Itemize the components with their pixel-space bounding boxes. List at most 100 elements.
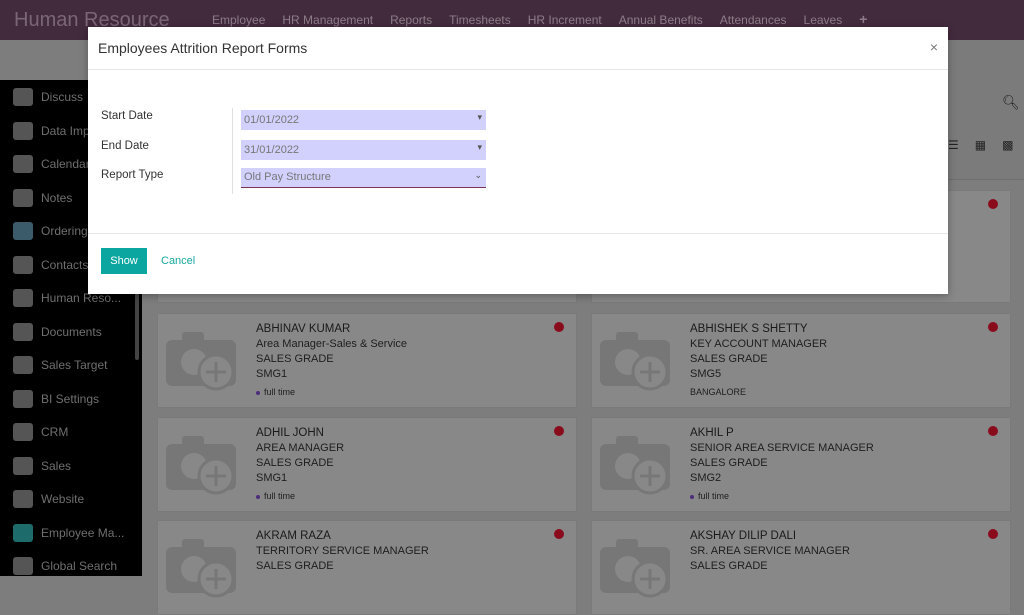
kanban-view-icon[interactable]: ▩ (1002, 138, 1013, 152)
cancel-button[interactable]: Cancel (161, 255, 195, 267)
sidebar-item[interactable]: Notes (13, 188, 72, 208)
employee-grade: SALES GRADE (256, 560, 334, 572)
close-icon[interactable]: × (930, 39, 938, 55)
search-icon[interactable]: 🔍︎ (1002, 94, 1020, 111)
tag-dot-icon (256, 390, 260, 395)
tag-label: full time (698, 491, 730, 501)
employee-name: AKSHAY DILIP DALI (690, 530, 797, 542)
start-date-input[interactable]: 01/01/2022 ▾ (241, 110, 486, 130)
report-type-value: Old Pay Structure (244, 171, 331, 183)
menu-leaves[interactable]: Leaves (804, 13, 843, 27)
employee-job: Area Manager-Sales & Service (256, 338, 408, 350)
sidebar-item-label: Calendar (41, 157, 90, 171)
menu-timesheets[interactable]: Timesheets (449, 13, 511, 27)
menu-hr-management[interactable]: HR Management (282, 13, 373, 27)
status-dot (988, 322, 998, 332)
sidebar-item-label: CRM (41, 425, 69, 439)
show-button[interactable]: Show (101, 248, 147, 274)
sidebar-scrollbar[interactable] (135, 290, 139, 360)
employee-grade: SALES GRADE (256, 457, 334, 469)
tag-dot-icon (690, 494, 694, 499)
view-switcher: ☰ ▦ ▩ (948, 138, 1013, 152)
sidebar-item-label: BI Settings (41, 391, 100, 406)
camera-icon (13, 289, 33, 307)
sidebar-item-label: Ordering (41, 224, 88, 238)
employee-tag: full time (690, 489, 874, 504)
plus-icon[interactable]: + (859, 11, 867, 27)
sidebar-item[interactable]: CRM (13, 422, 68, 442)
camera-plus-icon (166, 332, 236, 391)
menu-attendances[interactable]: Attendances (720, 13, 787, 27)
employee-job: SENIOR AREA SERVICE MANAGER (690, 442, 874, 454)
camera-icon (13, 389, 33, 408)
caret-down-icon: ▾ (477, 112, 482, 122)
employee-grade: SALES GRADE (256, 353, 334, 365)
employee-info: ABHISHEK S SHETTY KEY ACCOUNT MANAGER SALE… (690, 322, 827, 400)
camera-icon (13, 423, 33, 441)
tag-dot-icon (256, 494, 260, 499)
sidebar-item[interactable]: Website (13, 489, 84, 509)
sidebar-item[interactable]: Global Search (13, 556, 117, 576)
employee-code: SMG1 (256, 472, 288, 484)
sidebar-item-label: Website (41, 492, 85, 506)
sidebar-item[interactable]: Documents (13, 322, 102, 342)
camera-plus-icon (166, 436, 236, 495)
menu-hr-increment[interactable]: HR Increment (528, 13, 602, 27)
end-date-value: 31/01/2022 (244, 144, 300, 156)
employee-tag: full time (256, 385, 407, 400)
sidebar-item-label: Employee Ma... (41, 525, 125, 540)
start-date-label: Start Date (101, 110, 153, 122)
employee-card[interactable]: AKHIL P SENIOR AREA SERVICE MANAGER SALES … (591, 417, 1011, 512)
employee-name: ADHIL JOHN (256, 427, 324, 439)
employee-tag: BANGALORE (690, 385, 827, 400)
menu-reports[interactable]: Reports (390, 13, 432, 27)
employee-code: SMG5 (690, 368, 722, 380)
employee-card[interactable]: AKSHAY DILIP DALI SR. AREA SERVICE MANAGE… (591, 520, 1011, 615)
camera-icon (13, 490, 33, 508)
employee-job: TERRITORY SERVICE MANAGER (256, 545, 429, 557)
sidebar-item[interactable]: BI Settings (13, 389, 99, 409)
employee-card[interactable]: ABHINAV KUMAR Area Manager-Sales & Servic… (157, 313, 577, 408)
caret-down-icon: ▾ (477, 142, 482, 152)
camera-plus-icon (166, 539, 236, 598)
employee-info: AKHIL P SENIOR AREA SERVICE MANAGER SALES … (690, 426, 874, 504)
table-view-icon[interactable]: ▦ (975, 138, 986, 152)
sidebar-item[interactable]: Contacts (13, 255, 88, 275)
camera-plus-icon (600, 539, 670, 598)
sidebar-item-label: Global Search (41, 559, 118, 573)
employee-info: AKRAM RAZA TERRITORY SERVICE MANAGER SALES… (256, 529, 429, 574)
sidebar-item[interactable]: Sales (13, 456, 71, 476)
employee-info: AKSHAY DILIP DALI SR. AREA SERVICE MANAGE… (690, 529, 850, 574)
employee-name: ABHINAV KUMAR (256, 323, 351, 335)
status-dot (554, 322, 564, 332)
camera-plus-icon (600, 332, 670, 391)
employee-grade: SALES GRADE (690, 560, 768, 572)
sidebar-item[interactable]: Data Imp (13, 121, 90, 141)
employee-info: ABHINAV KUMAR Area Manager-Sales & Servic… (256, 322, 407, 400)
end-date-input[interactable]: 31/01/2022 ▾ (241, 140, 486, 160)
employee-card[interactable]: ABHISHEK S SHETTY KEY ACCOUNT MANAGER SALE… (591, 313, 1011, 408)
tag-label: full time (264, 387, 296, 397)
sidebar-item[interactable]: Ordering (13, 221, 88, 241)
camera-plus-icon (600, 436, 670, 495)
sidebar-item[interactable]: Sales Target (13, 355, 108, 375)
sidebar-item-label: Documents (41, 324, 102, 339)
list-view-icon[interactable]: ☰ (948, 138, 959, 152)
report-type-select[interactable]: Old Pay Structure ⌄ (241, 168, 486, 188)
employee-card[interactable]: ADHIL JOHN AREA MANAGER SALES GRADE SMG1 ful… (157, 417, 577, 512)
main-menu: Employee HR Management Reports Timesheet… (212, 11, 867, 27)
sidebar-item[interactable]: Calendar (13, 154, 90, 174)
sidebar-item-label: Sales Target (41, 358, 108, 372)
map-pin-icon (13, 523, 33, 542)
sidebar-item[interactable]: Employee Ma... (13, 523, 124, 543)
menu-employee[interactable]: Employee (212, 13, 265, 27)
end-date-label: End Date (101, 140, 149, 152)
employee-card[interactable]: AKRAM RAZA TERRITORY SERVICE MANAGER SALES… (157, 520, 577, 615)
status-dot (988, 426, 998, 436)
status-dot (988, 529, 998, 539)
sidebar-item[interactable]: Discuss (13, 87, 83, 107)
status-dot (554, 529, 564, 539)
menu-annual-benefits[interactable]: Annual Benefits (619, 13, 703, 27)
sidebar-item-label: Discuss (41, 90, 84, 104)
employee-info: ADHIL JOHN AREA MANAGER SALES GRADE SMG1 ful… (256, 426, 344, 504)
